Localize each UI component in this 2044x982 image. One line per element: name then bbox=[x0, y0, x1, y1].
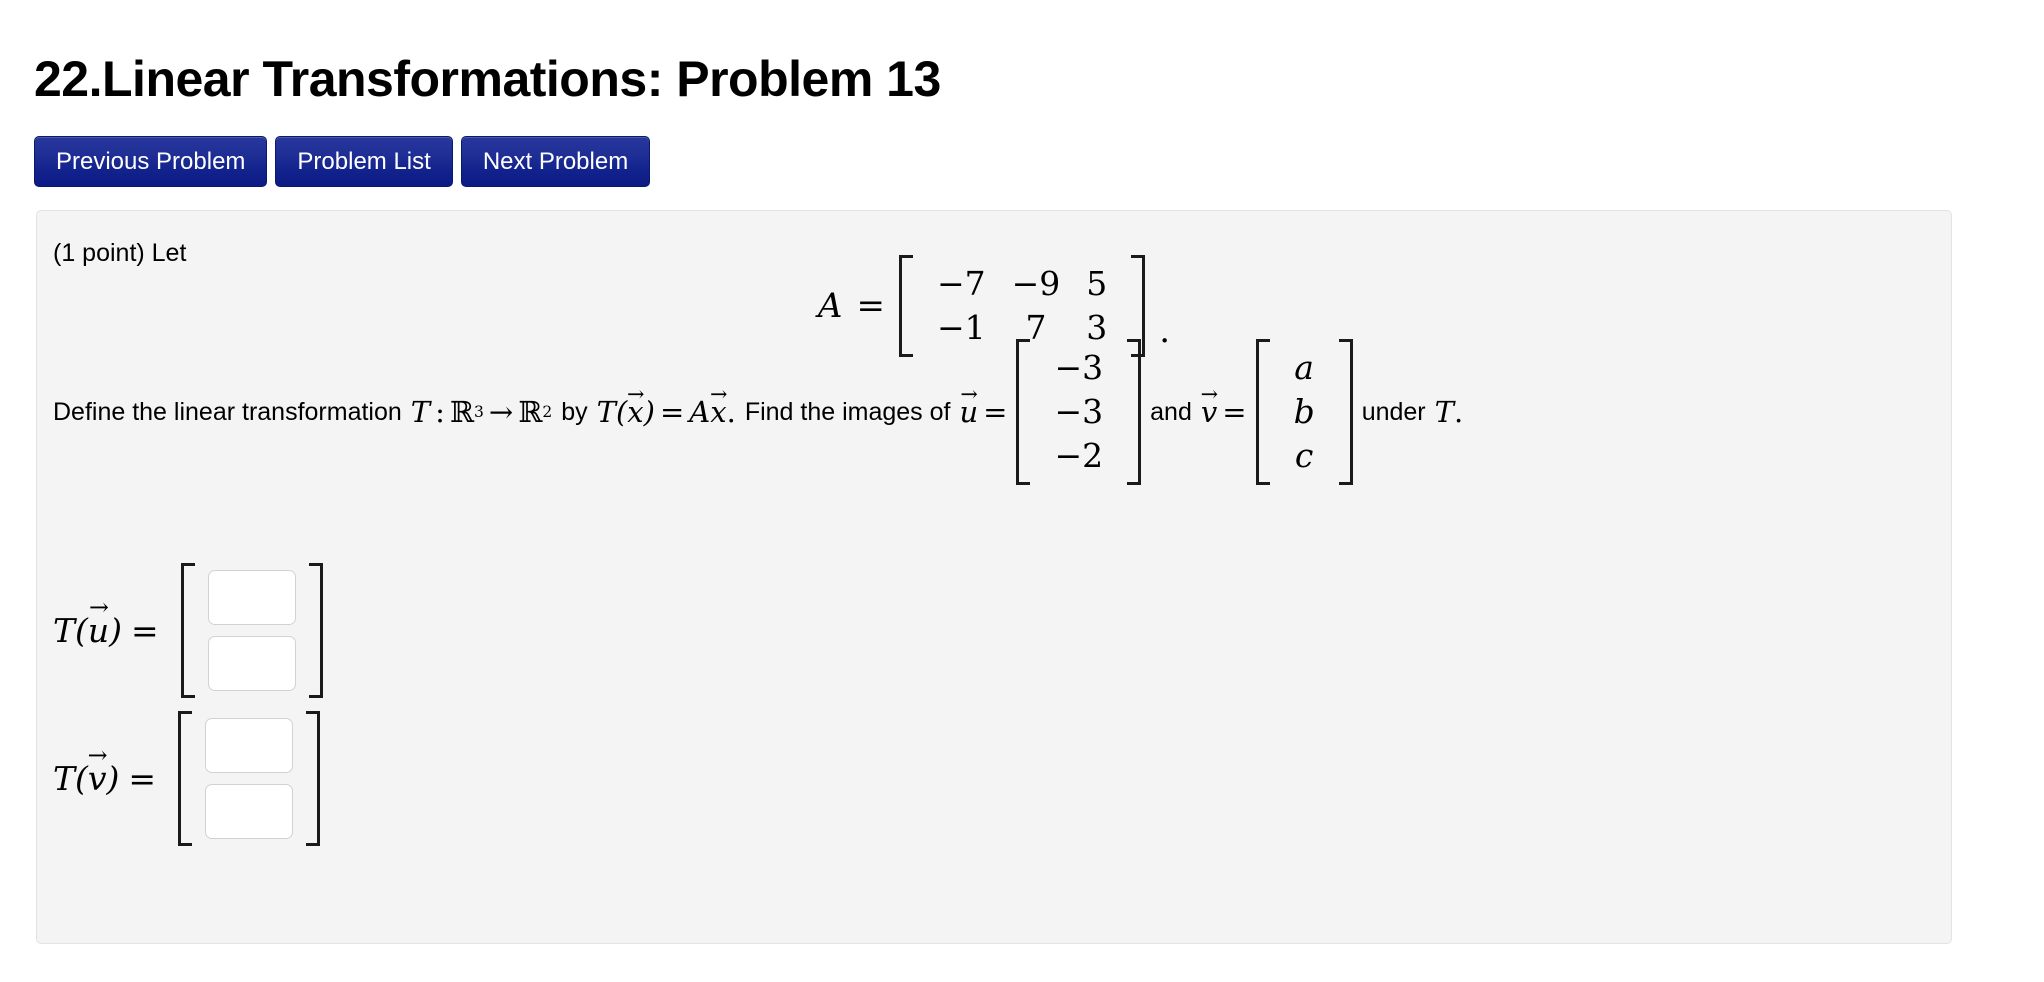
vector-x-2: → x bbox=[710, 384, 728, 427]
left-bracket-icon bbox=[180, 563, 195, 698]
vector-entry: −2 bbox=[1054, 436, 1104, 475]
answer-matrix-Tv bbox=[178, 711, 321, 846]
matrix-a-symbol: A bbox=[817, 286, 843, 326]
matrix-cell: −9 bbox=[1011, 264, 1061, 303]
left-bracket-icon bbox=[1016, 339, 1031, 485]
Tv-component-2-input[interactable] bbox=[205, 784, 294, 839]
transformation-symbol-T: T bbox=[410, 395, 431, 429]
sentence-part-2: Find the images of bbox=[744, 398, 951, 426]
period: . bbox=[1453, 395, 1464, 429]
vector-entry: c bbox=[1294, 436, 1314, 475]
vector-u-grid: −3 −3 −2 bbox=[1030, 339, 1127, 485]
previous-problem-button[interactable]: Previous Problem bbox=[34, 136, 268, 187]
answer-row-Tv: T(→ v) = bbox=[53, 711, 321, 846]
answer-label-Tu: T(→ u) = bbox=[53, 596, 159, 650]
sentence-by: by bbox=[561, 398, 588, 426]
vector-arrow-icon: → bbox=[710, 382, 728, 407]
equals-sign: = bbox=[1222, 395, 1247, 429]
matrix-cell: 5 bbox=[1086, 264, 1108, 303]
right-bracket-icon bbox=[1338, 339, 1353, 485]
problem-navigation-bar: Previous Problem Problem List Next Probl… bbox=[34, 136, 651, 187]
answer-row-Tu: T(→ u) = bbox=[53, 563, 323, 698]
equals-sign: = bbox=[983, 395, 1008, 429]
vector-u-bracketed: −3 −3 −2 bbox=[1016, 339, 1142, 485]
matrix-a-symbol-inline: A bbox=[689, 395, 711, 429]
answer-matrix-Tu bbox=[180, 563, 323, 698]
vector-arrow-icon: → bbox=[87, 741, 108, 770]
sentence-part-1: Define the linear transformation bbox=[53, 398, 402, 426]
label-T-open: T( bbox=[53, 759, 88, 798]
problem-panel: (1 point) Let A = −7 −9 5 −1 7 3 . Defin… bbox=[36, 210, 1952, 944]
vector-v-bracketed: a b c bbox=[1255, 339, 1353, 485]
page-title: 22.Linear Transformations: Problem 13 bbox=[34, 50, 941, 107]
answer-label-Tv: T(→ v) = bbox=[53, 744, 157, 798]
next-problem-button[interactable]: Next Problem bbox=[460, 136, 651, 187]
colon-sign: : bbox=[435, 395, 445, 429]
answer-input-stack bbox=[195, 563, 309, 698]
arrow-icon: → bbox=[488, 395, 514, 429]
sentence-and: and bbox=[1150, 398, 1192, 426]
transformation-symbol-T-2: T bbox=[1434, 395, 1454, 429]
equals-sign: = bbox=[659, 395, 685, 429]
label-close-paren: ) bbox=[106, 759, 120, 798]
right-bracket-icon bbox=[308, 563, 323, 698]
sentence-under: under bbox=[1361, 398, 1426, 426]
problem-statement-sentence: Define the linear transformation T : ℝ3 … bbox=[53, 339, 1463, 485]
left-bracket-icon bbox=[178, 711, 193, 846]
vector-arrow-icon: → bbox=[88, 593, 109, 622]
T-of-x-open: T( bbox=[596, 395, 628, 429]
Tv-component-1-input[interactable] bbox=[205, 718, 294, 773]
vector-arrow-icon: → bbox=[960, 382, 978, 407]
matrix-cell: −7 bbox=[936, 264, 986, 303]
domain-blackboard-R: ℝ bbox=[449, 395, 475, 429]
codomain-exponent: 2 bbox=[542, 403, 553, 421]
vector-x-1: → x bbox=[627, 384, 645, 427]
period: . bbox=[726, 395, 736, 429]
vector-entry: b bbox=[1293, 392, 1315, 431]
vector-arrow-icon: → bbox=[1200, 382, 1219, 407]
equals-sign: = bbox=[131, 611, 159, 650]
label-T-open: T( bbox=[53, 611, 88, 650]
vector-entry: a bbox=[1294, 348, 1314, 387]
label-vector-u: → u bbox=[88, 596, 109, 650]
domain-exponent: 3 bbox=[474, 403, 484, 421]
vector-arrow-icon: → bbox=[627, 382, 645, 407]
label-close-paren: ) bbox=[109, 611, 123, 650]
equals-sign: = bbox=[128, 759, 157, 798]
vector-entry: −3 bbox=[1054, 348, 1104, 387]
codomain-blackboard-R: ℝ bbox=[518, 395, 543, 429]
vector-v-grid: a b c bbox=[1270, 339, 1339, 485]
left-bracket-icon bbox=[1255, 339, 1270, 485]
Tu-component-1-input[interactable] bbox=[207, 570, 296, 625]
right-bracket-icon bbox=[1127, 339, 1142, 485]
answer-input-stack bbox=[192, 711, 306, 846]
webwork-problem-page: 22.Linear Transformations: Problem 13 Pr… bbox=[0, 0, 2044, 982]
Tu-component-2-input[interactable] bbox=[207, 636, 296, 691]
label-vector-v: → v bbox=[88, 744, 108, 798]
vector-v-symbol: → v bbox=[1201, 384, 1219, 427]
right-bracket-icon bbox=[306, 711, 321, 846]
vector-u-symbol: → u bbox=[959, 384, 978, 427]
vector-entry: −3 bbox=[1054, 392, 1104, 431]
problem-list-button[interactable]: Problem List bbox=[275, 136, 453, 187]
close-paren: ) bbox=[643, 395, 655, 429]
equals-sign: = bbox=[856, 286, 885, 326]
